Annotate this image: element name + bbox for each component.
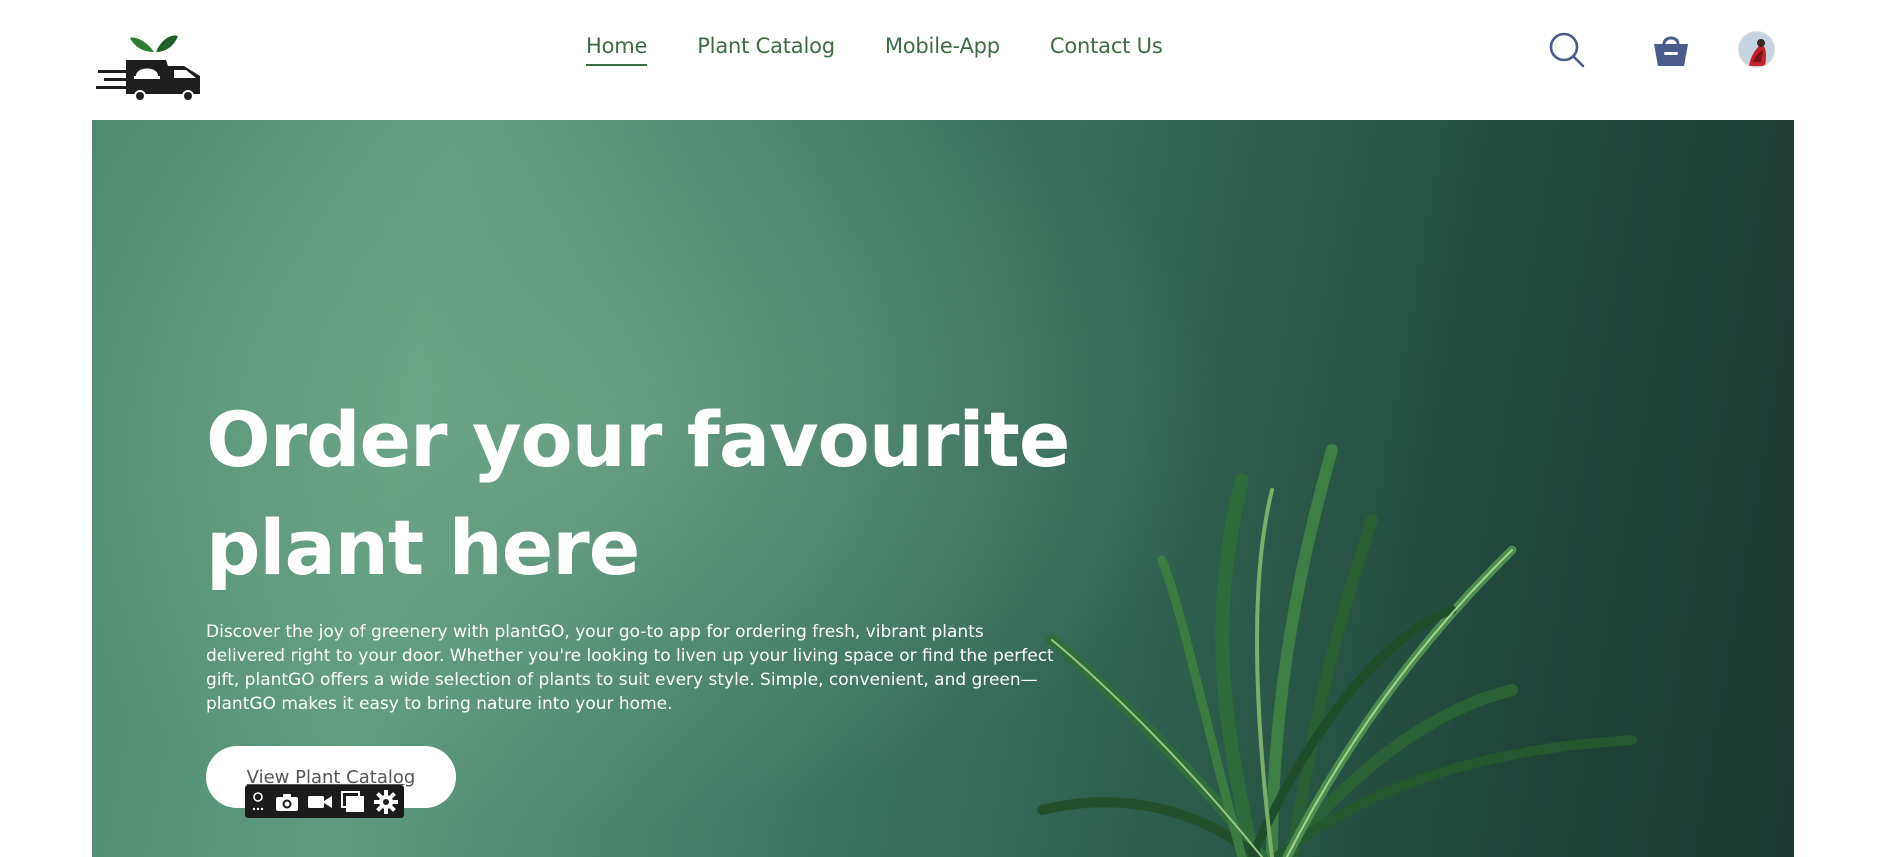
nav-item-contact-us[interactable]: Contact Us (1050, 34, 1163, 66)
main-nav: Home Plant Catalog Mobile-App Contact Us (586, 34, 1163, 66)
user-avatar[interactable] (1738, 31, 1775, 68)
basket-icon[interactable] (1649, 28, 1693, 72)
nav-item-mobile-app[interactable]: Mobile-App (885, 34, 1000, 66)
video-icon[interactable] (306, 789, 333, 815)
nav-item-plant-catalog[interactable]: Plant Catalog (697, 34, 835, 66)
link-icon[interactable] (249, 789, 267, 815)
hero-section: Order your favourite plant here Discover… (92, 120, 1794, 857)
gear-icon[interactable] (373, 789, 400, 815)
search-icon[interactable] (1545, 28, 1589, 72)
hero-title: Order your favourite plant here (206, 395, 1070, 592)
camera-icon[interactable] (273, 789, 300, 815)
nav-item-home[interactable]: Home (586, 34, 647, 66)
hero-description: Discover the joy of greenery with plantG… (206, 622, 1054, 714)
window-icon[interactable] (340, 789, 367, 815)
site-header: Home Plant Catalog Mobile-App Contact Us (0, 0, 1881, 120)
capture-toolbar (245, 785, 404, 818)
plantgo-logo-icon[interactable] (96, 30, 206, 102)
